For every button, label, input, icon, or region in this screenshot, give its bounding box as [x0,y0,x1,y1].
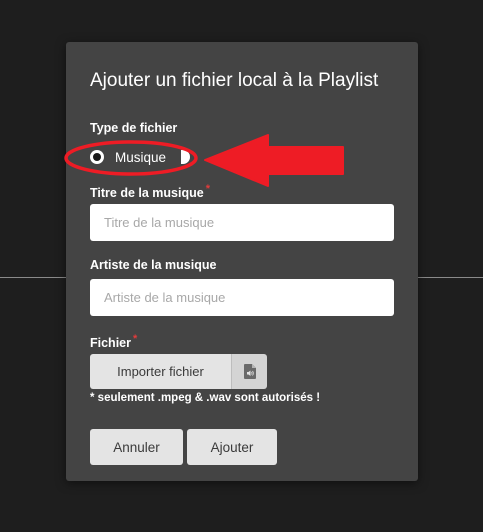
music-artist-label: Artiste de la musique [90,258,217,272]
add-button[interactable]: Ajouter [187,429,277,465]
file-label: Fichier * [90,333,137,350]
dialog-title: Ajouter un fichier local à la Playlist [90,70,379,91]
background-divider-left [0,277,66,278]
music-title-input[interactable] [90,204,394,241]
file-label-text: Fichier [90,336,131,351]
file-format-note: * seulement .mpeg & .wav sont autorisés … [90,392,321,404]
radio-musique[interactable] [90,150,104,164]
import-file-icon-button[interactable] [231,354,267,389]
add-local-file-dialog: Ajouter un fichier local à la Playlist T… [66,42,418,481]
audio-file-icon [243,364,256,379]
radio-second-option[interactable] [181,150,190,164]
file-type-label: Type de fichier [90,121,178,135]
import-file-button[interactable]: Importer fichier [90,354,231,389]
music-artist-input[interactable] [90,279,394,316]
background-divider-right [418,277,483,278]
required-marker: * [133,333,138,345]
music-title-label: Titre de la musique * [90,183,210,200]
required-marker: * [205,183,210,195]
radio-musique-label[interactable]: Musique [115,150,166,165]
import-file-control: Importer fichier [90,354,267,389]
music-title-label-text: Titre de la musique [90,186,204,201]
cancel-button[interactable]: Annuler [90,429,183,465]
